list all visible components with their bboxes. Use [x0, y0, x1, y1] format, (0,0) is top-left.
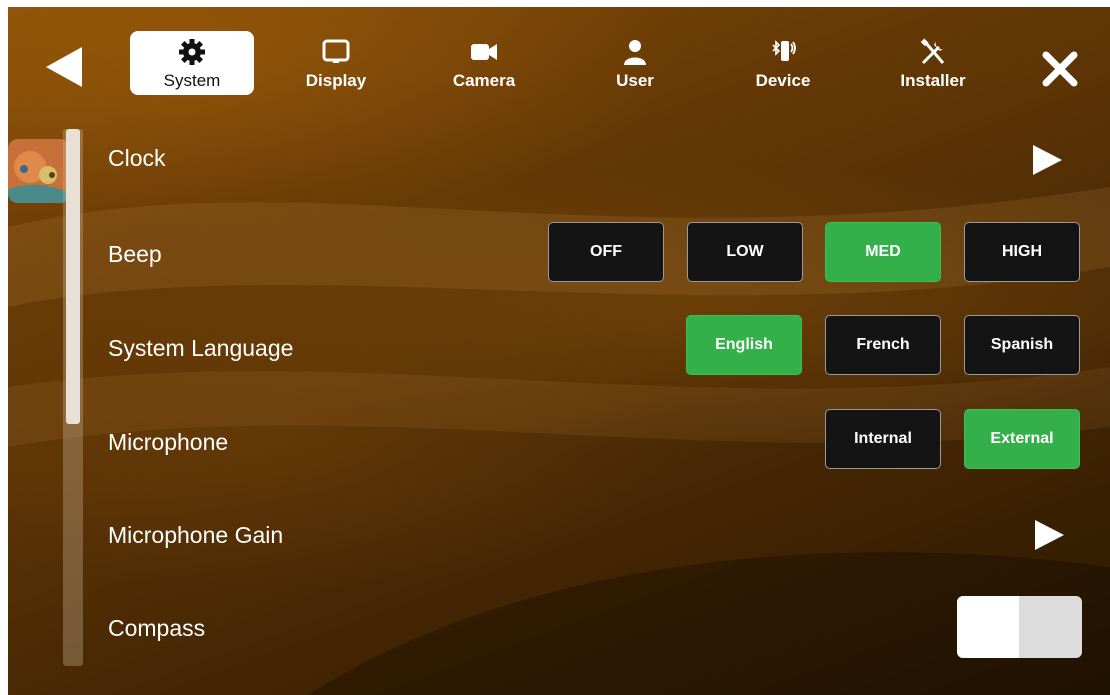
clock-label: Clock [108, 145, 166, 171]
tab-system[interactable]: System [130, 31, 254, 95]
scrollbar-thumb[interactable] [66, 129, 80, 424]
compass-toggle[interactable] [957, 596, 1082, 658]
mic-gain-arrow-icon[interactable] [1032, 518, 1066, 552]
tab-label: Display [305, 71, 367, 90]
tab-device[interactable]: Device [721, 31, 845, 95]
beep-label: Beep [108, 241, 162, 267]
beep-off-button[interactable]: OFF [548, 222, 664, 282]
compass-label: Compass [108, 615, 206, 641]
mic-gain-label: Microphone Gain [108, 522, 284, 548]
tools-icon [920, 38, 945, 65]
tab-user[interactable]: User [573, 31, 697, 95]
toggle-knob [957, 596, 1019, 658]
microphone-external-button[interactable]: External [964, 409, 1080, 469]
user-icon [624, 40, 646, 65]
tab-display[interactable]: Display [274, 31, 398, 95]
settings-screen: System Display Camera User Device Instal… [8, 7, 1110, 695]
top-nav: System Display Camera User Device Instal… [8, 7, 1110, 102]
tab-camera[interactable]: Camera [422, 31, 546, 95]
beep-med-button[interactable]: MED [825, 222, 941, 282]
video-camera-icon [471, 44, 497, 60]
language-english-button[interactable]: English [686, 315, 802, 375]
tab-label: System [163, 71, 221, 90]
microphone-internal-button[interactable]: Internal [825, 409, 941, 469]
bluetooth-device-icon [772, 40, 796, 61]
back-arrow-icon[interactable] [42, 45, 86, 89]
tab-label: Installer [900, 71, 966, 90]
tab-installer[interactable]: Installer [871, 31, 995, 95]
microphone-label: Microphone [108, 429, 229, 455]
language-label: System Language [108, 335, 294, 361]
beep-high-button[interactable]: HIGH [964, 222, 1080, 282]
language-spanish-button[interactable]: Spanish [964, 315, 1080, 375]
app-thumbnail[interactable] [8, 139, 70, 203]
tab-label: Camera [452, 71, 516, 90]
close-icon[interactable] [1038, 47, 1082, 91]
tab-label: Device [755, 71, 811, 90]
monitor-icon [322, 39, 350, 63]
beep-low-button[interactable]: LOW [687, 222, 803, 282]
tab-label: User [616, 71, 654, 90]
language-french-button[interactable]: French [825, 315, 941, 375]
clock-arrow-icon[interactable] [1030, 143, 1064, 177]
gear-icon [179, 39, 205, 65]
